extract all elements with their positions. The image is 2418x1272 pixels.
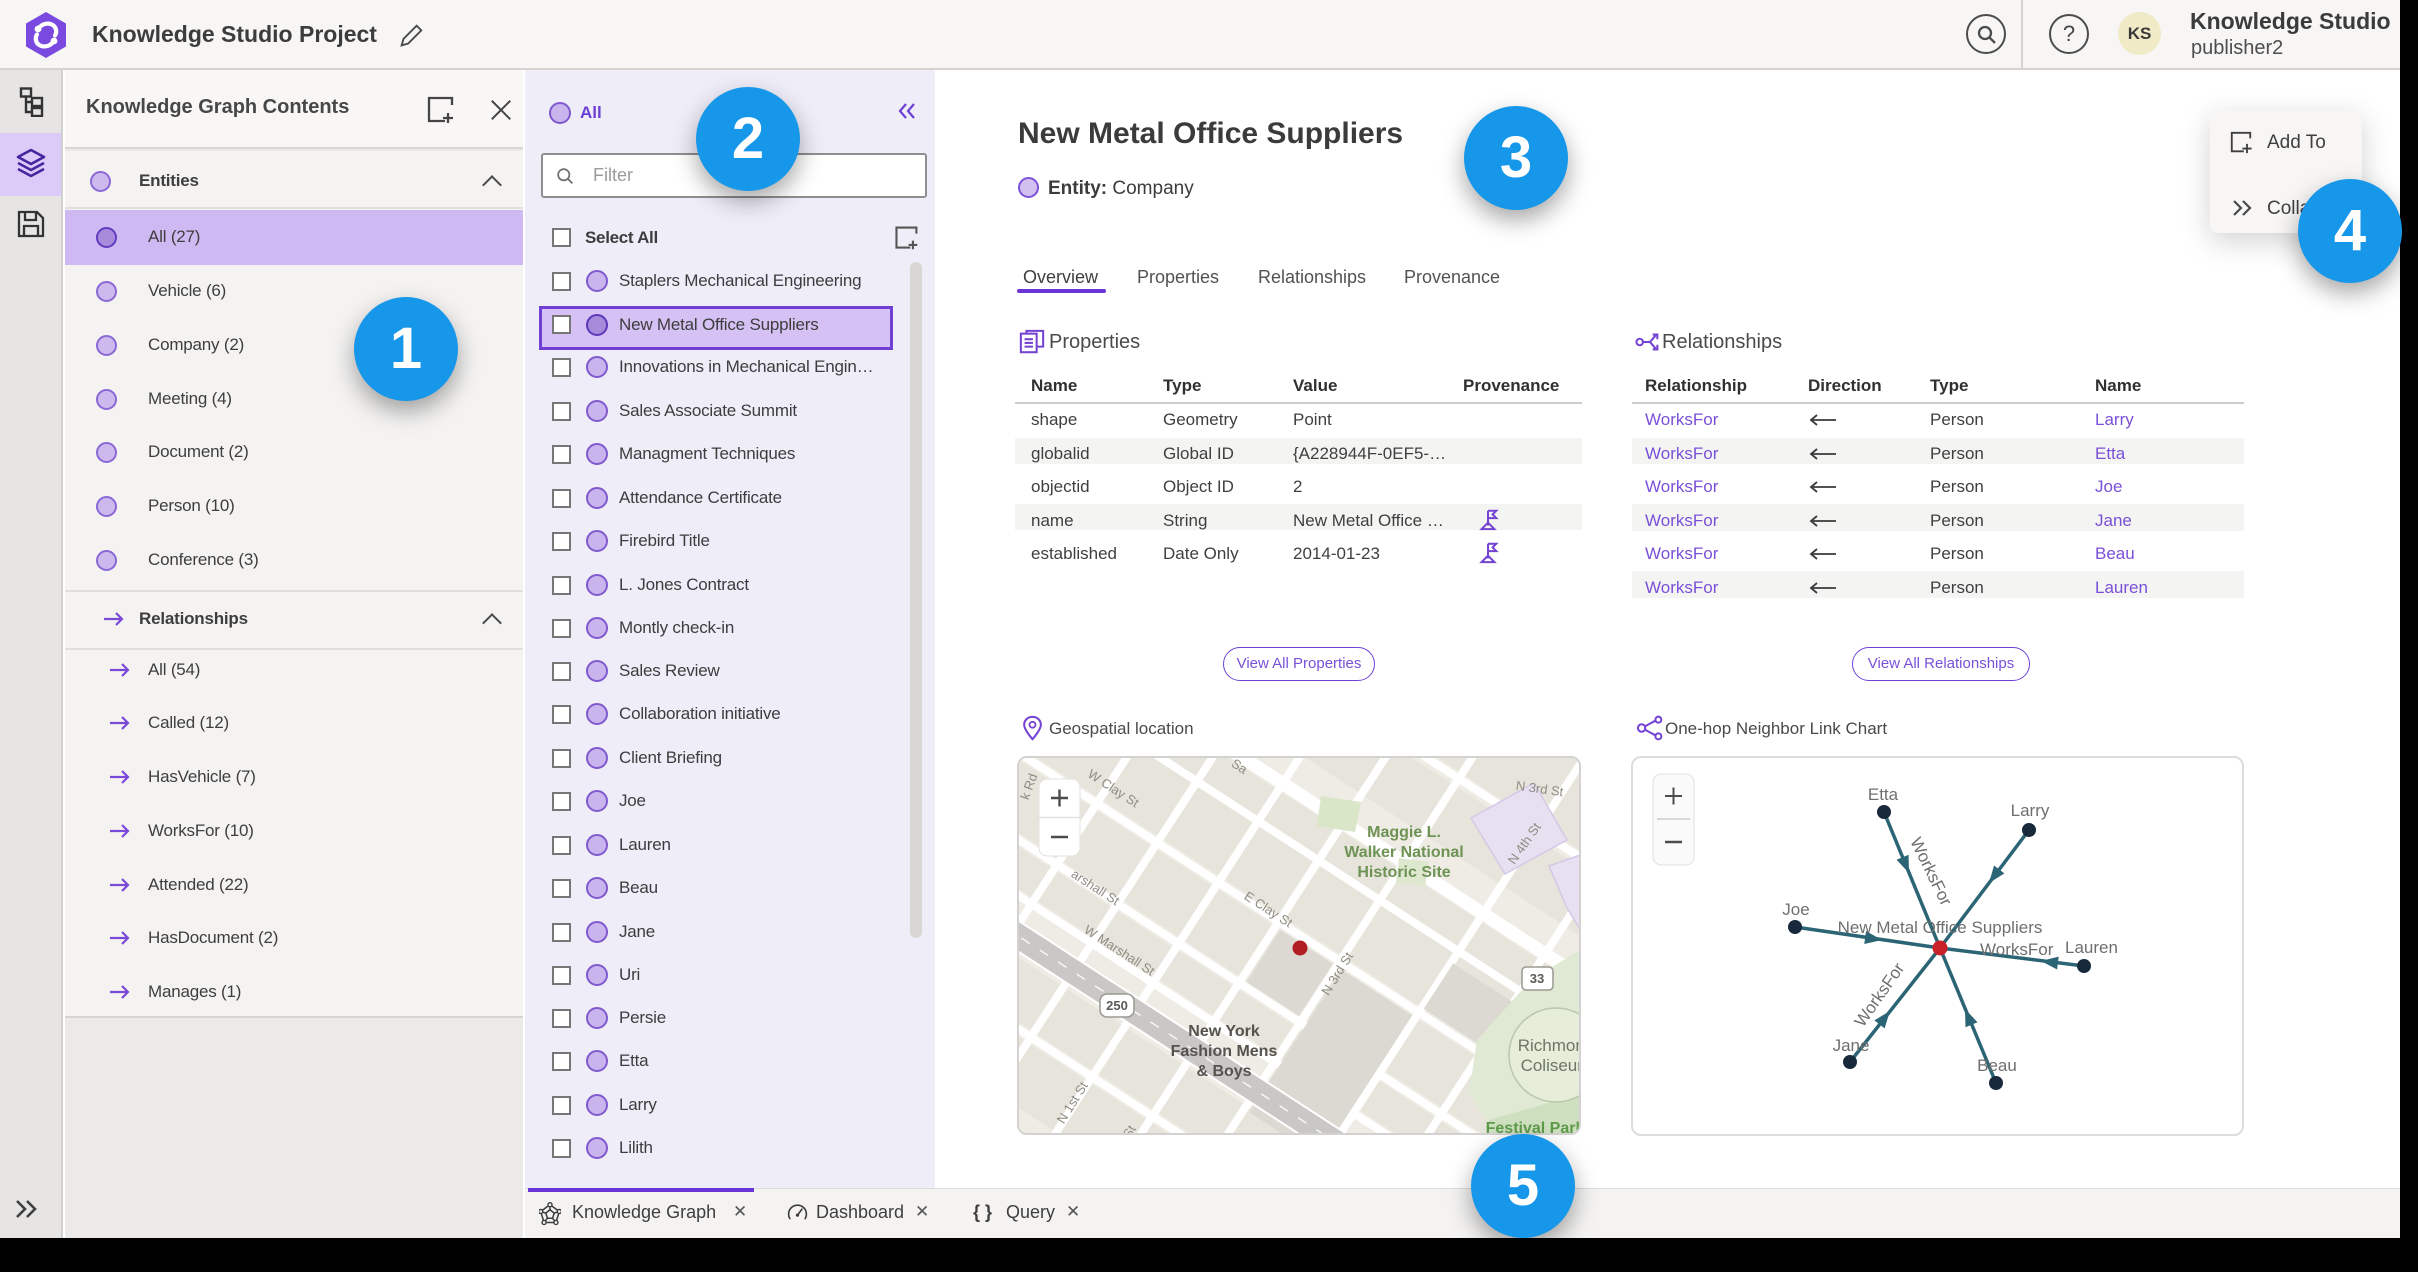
svg-text:New York: New York — [1188, 1023, 1260, 1040]
svg-text:Joe: Joe — [1782, 900, 1809, 919]
svg-text:33: 33 — [1530, 971, 1544, 986]
svg-text:Coliseum: Coliseum — [1521, 1056, 1581, 1075]
svg-text:Festival Park: Festival Park — [1486, 1120, 1581, 1135]
svg-text:Beau: Beau — [1977, 1056, 2017, 1075]
svg-text:New Metal Office Suppliers: New Metal Office Suppliers — [1838, 918, 2043, 937]
svg-text:Larry: Larry — [2011, 801, 2050, 820]
svg-text:WorksFor: WorksFor — [1980, 940, 2054, 959]
svg-text:Etta: Etta — [1868, 785, 1899, 804]
svg-text:WorksFor: WorksFor — [1906, 834, 1955, 909]
svg-text:Fashion Mens: Fashion Mens — [1171, 1043, 1278, 1060]
svg-text:Richmond: Richmond — [1518, 1036, 1581, 1055]
svg-text:& Boys: & Boys — [1196, 1063, 1251, 1080]
svg-text:Lauren: Lauren — [2065, 938, 2118, 957]
svg-text:Maggie L.: Maggie L. — [1367, 824, 1441, 841]
svg-text:Walker National: Walker National — [1344, 844, 1463, 861]
svg-text:250: 250 — [1106, 998, 1128, 1013]
svg-text:Historic Site: Historic Site — [1357, 864, 1450, 881]
svg-text:Jane: Jane — [1833, 1036, 1870, 1055]
